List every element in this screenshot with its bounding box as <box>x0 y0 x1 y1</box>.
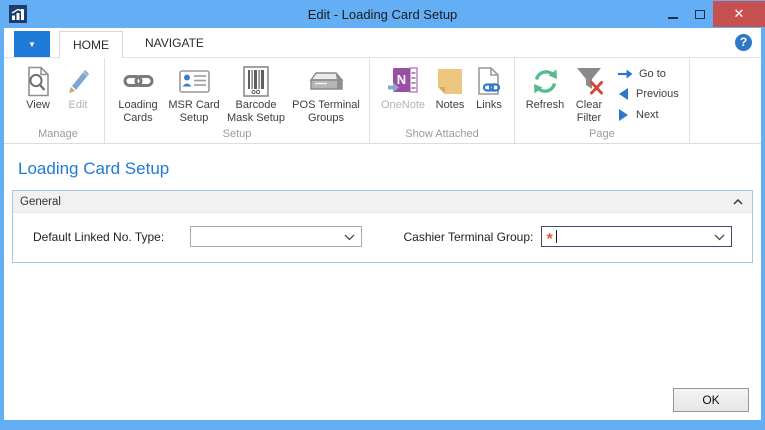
edit-button: Edit <box>58 61 98 126</box>
ribbon-group-label: Manage <box>38 128 78 140</box>
next-button[interactable]: Next <box>617 107 679 122</box>
ribbon-group-manage: View Edit Manage <box>12 58 105 143</box>
maximize-button[interactable] <box>686 1 713 27</box>
tab-navigate[interactable]: NAVIGATE <box>132 30 217 57</box>
barcode-icon <box>243 63 269 99</box>
minimize-button[interactable] <box>659 1 686 27</box>
fasttab-title: General <box>20 195 61 208</box>
chevron-down-icon: ▼ <box>28 39 36 49</box>
ribbon-group-label: Page <box>589 128 615 140</box>
fasttab-general: General Default Linked No. Type: Cashier… <box>12 190 753 263</box>
filter-x-icon <box>575 63 604 99</box>
arrow-right-icon <box>618 69 633 78</box>
loading-cards-button[interactable]: Loading Cards <box>111 61 165 126</box>
ribbon-group-setup: Loading Cards MSR Card Setup Barcode Mas… <box>105 58 370 143</box>
page-nav-buttons: Go to Previous Next <box>609 61 683 126</box>
field-label: Default Linked No. Type: <box>33 229 165 244</box>
refresh-icon <box>530 63 561 99</box>
sticky-note-icon <box>437 63 463 99</box>
pencil-icon <box>64 63 92 99</box>
question-mark-icon: ? <box>739 35 748 49</box>
triangle-right-icon <box>619 108 628 121</box>
pos-terminal-groups-button[interactable]: POS Terminal Groups <box>289 61 363 126</box>
onenote-icon: N <box>388 63 418 99</box>
titlebar: Edit - Loading Card Setup ✕ <box>0 0 765 28</box>
cashier-terminal-group-combobox[interactable]: * <box>540 226 732 248</box>
ribbon-group-label: Show Attached <box>405 128 479 140</box>
ribbon-group-label: Setup <box>222 128 252 140</box>
ok-button[interactable]: OK <box>673 388 749 412</box>
chevron-up-icon[interactable] <box>733 198 743 205</box>
go-to-button[interactable]: Go to <box>617 66 679 81</box>
chevron-down-icon[interactable] <box>344 234 355 241</box>
window-edit-loading-card-setup: Edit - Loading Card Setup ✕ ▼ HOME NAVIG… <box>0 0 765 430</box>
help-button[interactable]: ? <box>735 34 752 51</box>
required-field-asterisk: * <box>546 230 553 248</box>
page-title: Loading Card Setup <box>18 159 170 178</box>
refresh-button[interactable]: Refresh <box>521 61 569 126</box>
field-default-linked-no-type: Default Linked No. Type: <box>33 226 362 247</box>
pos-terminal-icon <box>308 63 344 99</box>
field-label: Cashier Terminal Group: <box>403 229 534 244</box>
ribbon: View Edit Manage Loading Cards MSR Card … <box>4 58 761 144</box>
barcode-mask-setup-button[interactable]: Barcode Mask Setup <box>223 61 289 126</box>
ribbon-group-show-attached: N OneNote Notes Links Show Attached <box>370 58 515 143</box>
app-menu-button[interactable]: ▼ <box>14 31 50 57</box>
clear-filter-button[interactable]: Clear Filter <box>569 61 609 126</box>
page-content: Loading Card Setup General Default Linke… <box>4 144 761 420</box>
links-button[interactable]: Links <box>470 61 508 126</box>
minimize-icon <box>667 17 678 19</box>
text-cursor <box>555 230 557 243</box>
chevron-down-icon[interactable] <box>714 234 725 241</box>
default-linked-no-type-combobox[interactable] <box>190 226 362 247</box>
msr-card-setup-button[interactable]: MSR Card Setup <box>165 61 223 126</box>
ribbon-tab-row: ▼ HOME NAVIGATE ? <box>4 28 761 58</box>
previous-button[interactable]: Previous <box>617 87 679 102</box>
field-cashier-terminal-group: Cashier Terminal Group: * <box>403 226 732 248</box>
notes-button[interactable]: Notes <box>430 61 470 126</box>
ribbon-group-page: Refresh Clear Filter Go to Previous Next… <box>515 58 690 143</box>
window-controls: ✕ <box>659 1 765 27</box>
onenote-button: N OneNote <box>376 61 430 126</box>
view-button[interactable]: View <box>18 61 58 126</box>
app-chart-icon <box>9 5 27 23</box>
window-title: Edit - Loading Card Setup <box>307 6 458 22</box>
close-button[interactable]: ✕ <box>713 1 765 27</box>
svg-text:N: N <box>397 72 406 87</box>
tab-home[interactable]: HOME <box>59 31 123 58</box>
chain-link-icon <box>123 63 154 99</box>
document-link-icon <box>477 63 501 99</box>
fasttab-body: Default Linked No. Type: Cashier Termina… <box>13 213 752 262</box>
maximize-icon <box>694 9 705 19</box>
view-document-magnifier-icon <box>26 63 51 99</box>
close-icon: ✕ <box>733 6 745 21</box>
id-card-icon <box>178 63 210 99</box>
fasttab-header[interactable]: General <box>13 191 752 213</box>
window-body: ▼ HOME NAVIGATE ? View Edit Manage Loadi… <box>4 28 761 420</box>
triangle-left-icon <box>619 88 628 100</box>
